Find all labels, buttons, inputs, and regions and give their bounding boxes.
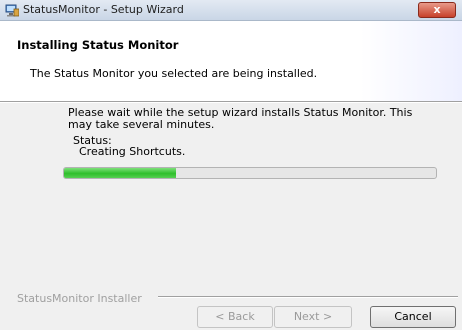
window-title: StatusMonitor - Setup Wizard <box>23 3 184 16</box>
back-button[interactable]: < Back <box>197 306 273 328</box>
title-bar[interactable]: StatusMonitor - Setup Wizard x <box>0 0 462 21</box>
footer-divider <box>158 296 458 298</box>
progress-fill <box>64 168 176 178</box>
close-icon: x <box>433 3 441 16</box>
close-button[interactable]: x <box>418 2 456 18</box>
wait-message: Please wait while the setup wizard insta… <box>68 106 413 131</box>
status-value: Creating Shortcuts. <box>79 145 186 158</box>
next-button[interactable]: Next > <box>274 306 352 328</box>
cancel-button[interactable]: Cancel <box>370 306 456 328</box>
setup-wizard-window: StatusMonitor - Setup Wizard x Installin… <box>0 0 462 330</box>
banner-title: Installing Status Monitor <box>17 38 179 52</box>
banner-subtitle: The Status Monitor you selected are bein… <box>30 67 318 80</box>
installer-computer-icon <box>5 4 20 17</box>
banner-divider <box>0 101 462 103</box>
installer-name-label: StatusMonitor Installer <box>17 292 142 305</box>
install-progress-bar <box>63 167 437 179</box>
header-banner: Installing Status Monitor The Status Mon… <box>0 21 462 101</box>
